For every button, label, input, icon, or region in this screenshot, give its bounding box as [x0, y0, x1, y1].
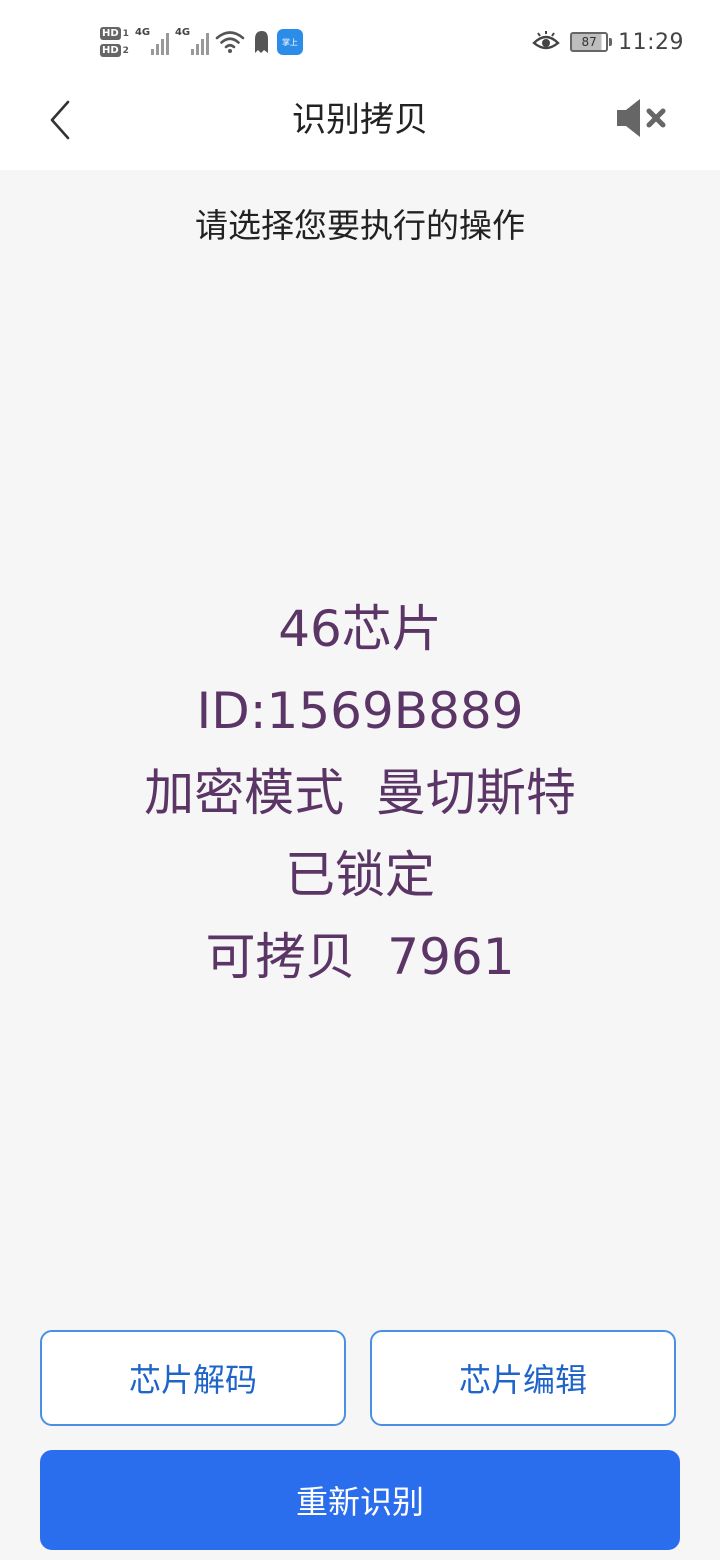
- operation-prompt: 请选择您要执行的操作: [195, 206, 525, 245]
- signal-sim2: 4G: [174, 27, 209, 55]
- nav-bar: 识别拷贝: [0, 84, 720, 170]
- chip-type: 46芯片: [278, 600, 442, 658]
- hd-indicator-1: HD 1: [100, 27, 129, 40]
- status-clock: 11:29: [618, 29, 684, 55]
- hd-sub: 1: [122, 28, 129, 39]
- hd-badge: HD: [100, 44, 121, 57]
- encryption-mode: 加密模式 曼切斯特: [144, 764, 576, 822]
- wifi-icon: [215, 30, 245, 54]
- eye-comfort-icon: [532, 31, 560, 53]
- lock-status: 已锁定: [285, 846, 435, 904]
- hd-sub: 2: [122, 45, 129, 56]
- network-type-label: 4G: [134, 27, 151, 38]
- chip-id: ID:1569B889: [196, 682, 524, 740]
- speaker-muted-icon: [617, 99, 666, 137]
- hd-indicators: HD 1 HD 2: [100, 27, 129, 57]
- status-bar-right: 87 11:29: [532, 20, 684, 64]
- hd-badge: HD: [100, 27, 121, 40]
- network-type-label: 4G: [174, 27, 191, 38]
- signal-bars-icon: [190, 31, 209, 55]
- chip-info-panel: 46芯片 ID:1569B889 加密模式 曼切斯特 已锁定 可拷贝 7961: [0, 588, 720, 998]
- chip-decode-button[interactable]: 芯片解码: [40, 1330, 346, 1426]
- copy-status: 可拷贝 7961: [205, 928, 515, 986]
- status-bar-left: HD 1 HD 2 4G 4G 掌上: [100, 20, 303, 64]
- status-bar: HD 1 HD 2 4G 4G 掌上 87 11:29: [0, 0, 720, 84]
- chip-edit-button[interactable]: 芯片编辑: [370, 1330, 676, 1426]
- mute-button[interactable]: [612, 96, 674, 140]
- hd-indicator-2: HD 2: [100, 44, 129, 57]
- signal-bars-icon: [150, 31, 169, 55]
- ghost-notification-icon: [251, 29, 271, 55]
- rescan-button[interactable]: 重新识别: [40, 1450, 680, 1550]
- app-notification-icon: 掌上: [276, 29, 303, 55]
- battery-icon: 87: [570, 32, 613, 52]
- signal-sim1: 4G: [134, 27, 169, 55]
